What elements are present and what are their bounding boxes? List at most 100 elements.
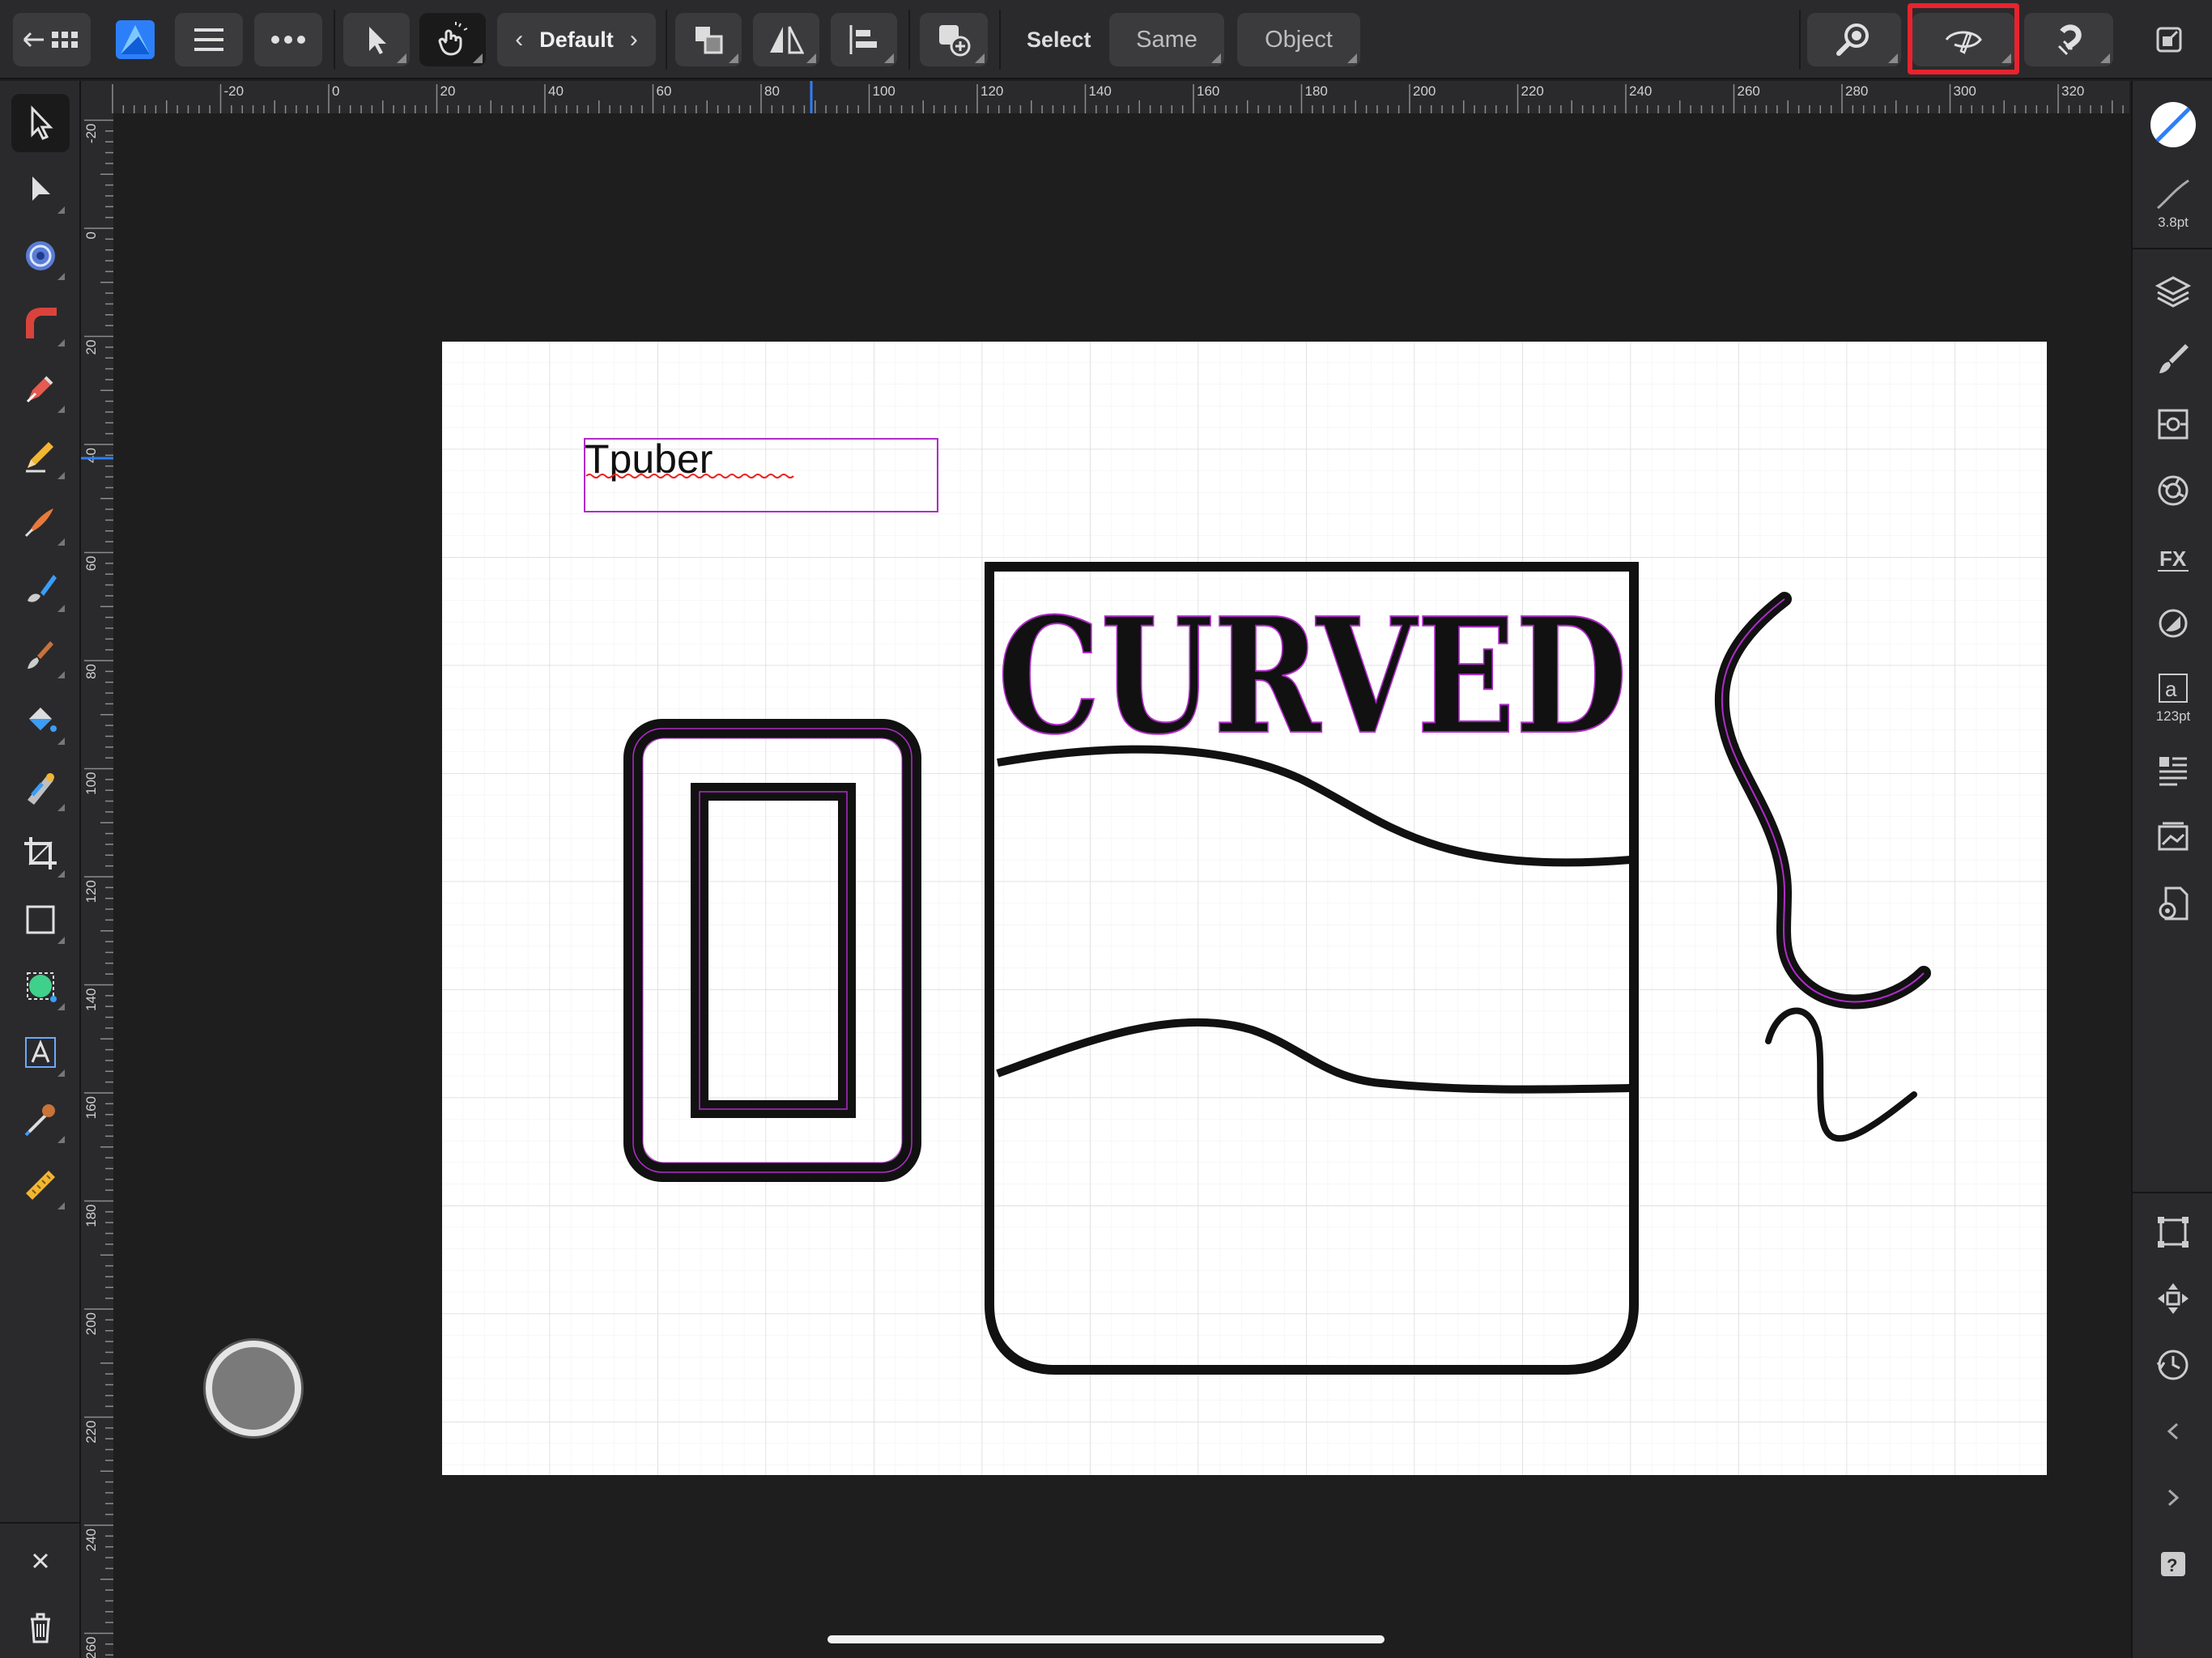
history-button[interactable] bbox=[2144, 1336, 2202, 1394]
ruler-icon bbox=[26, 1171, 55, 1200]
effects-button[interactable]: FX bbox=[2144, 528, 2202, 586]
persona-selector[interactable]: ‹ Default › bbox=[497, 13, 656, 66]
snapping-button[interactable] bbox=[2024, 13, 2113, 66]
svg-text:a: a bbox=[2165, 677, 2177, 701]
select-object-button[interactable]: Object bbox=[1237, 13, 1360, 66]
paint-brush-tool[interactable] bbox=[11, 625, 70, 683]
ruler-tick-label: 20 bbox=[83, 340, 99, 355]
assets-button[interactable] bbox=[2144, 808, 2202, 866]
pencil-tool[interactable] bbox=[11, 426, 70, 484]
node-arrow-icon bbox=[32, 176, 50, 201]
delete-button[interactable] bbox=[11, 1598, 70, 1656]
stroke-width-label: 3.8pt bbox=[2158, 215, 2189, 230]
rectangle-tool[interactable] bbox=[11, 891, 70, 949]
contour-icon bbox=[26, 241, 55, 270]
ruler-tick-label: 0 bbox=[83, 232, 99, 239]
toolbar-separator bbox=[999, 10, 1001, 70]
help-button[interactable]: ? bbox=[2144, 1535, 2202, 1593]
styles-button[interactable] bbox=[2144, 594, 2202, 653]
ruler-tick-label: 100 bbox=[873, 83, 895, 99]
view-zoom-button[interactable] bbox=[1807, 13, 1901, 66]
assets-icon bbox=[2158, 822, 2189, 851]
stroke-button[interactable]: 3.8pt bbox=[2144, 167, 2202, 240]
brush-icon bbox=[24, 508, 53, 538]
chevron-right-icon[interactable]: › bbox=[630, 26, 638, 53]
navigator-button[interactable] bbox=[2144, 1269, 2202, 1328]
pen-tool[interactable] bbox=[11, 359, 70, 418]
place-image-tool[interactable] bbox=[11, 957, 70, 1015]
fill-tool[interactable] bbox=[11, 691, 70, 750]
align-button[interactable] bbox=[831, 13, 897, 66]
back-grid-icon bbox=[23, 32, 78, 48]
ruler-tick-label: 80 bbox=[83, 664, 99, 679]
text-styles-button[interactable]: a 123pt bbox=[2144, 661, 2202, 733]
add-object-button[interactable] bbox=[920, 13, 988, 66]
export-button[interactable] bbox=[2136, 13, 2202, 66]
ruler-tick-label: 220 bbox=[83, 1421, 99, 1443]
vector-brush-tool[interactable] bbox=[11, 492, 70, 551]
crop-tool[interactable] bbox=[11, 824, 70, 882]
affinity-designer-app: ‹ Default › Select Same Object -20 0 20 … bbox=[0, 0, 2212, 1658]
ruler-tick-label: 180 bbox=[1305, 83, 1328, 99]
question-mark-icon: ? bbox=[2161, 1552, 2185, 1576]
ellipsis-icon bbox=[271, 36, 305, 44]
expand-panel-button[interactable] bbox=[2144, 1469, 2202, 1527]
move-tool[interactable] bbox=[11, 94, 70, 152]
measure-tool[interactable] bbox=[11, 1156, 70, 1214]
arrange-button[interactable] bbox=[675, 13, 742, 66]
layers-button[interactable] bbox=[2144, 262, 2202, 321]
close-button[interactable] bbox=[11, 1532, 70, 1590]
rectangle-icon bbox=[26, 905, 55, 934]
document-settings-button[interactable] bbox=[2144, 874, 2202, 933]
paragraph-button[interactable] bbox=[2144, 742, 2202, 800]
appearance-button[interactable] bbox=[2144, 395, 2202, 453]
corner-tool[interactable] bbox=[11, 293, 70, 351]
ruler-tick-label: 200 bbox=[1413, 83, 1436, 99]
vertical-ruler[interactable]: -20 0 20 40 60 80 100 120 140 160 180 200 220 240 260 bbox=[81, 113, 113, 1658]
text-tool[interactable] bbox=[11, 1023, 70, 1082]
export-square-icon bbox=[2156, 27, 2182, 53]
shape-builder-tool[interactable] bbox=[11, 559, 70, 617]
more-options-button[interactable] bbox=[254, 13, 322, 66]
node-tool[interactable] bbox=[11, 160, 70, 219]
toolbar-separator bbox=[908, 10, 910, 70]
quick-menu-button[interactable] bbox=[206, 1341, 301, 1436]
ruler-tick-label: 280 bbox=[1845, 83, 1868, 99]
chevron-left-icon[interactable]: ‹ bbox=[515, 26, 523, 53]
color-button[interactable] bbox=[2144, 461, 2202, 520]
ruler-tick-label: 40 bbox=[83, 448, 99, 463]
gradient-pen-icon bbox=[28, 773, 54, 805]
ruler-tick-label: 320 bbox=[2061, 83, 2084, 99]
toolbar-separator bbox=[1799, 10, 1801, 70]
flip-horizontal-icon bbox=[770, 26, 804, 54]
flip-button[interactable] bbox=[753, 13, 819, 66]
move-arrow-icon bbox=[31, 105, 53, 140]
ruler-tick-label: 80 bbox=[764, 83, 780, 99]
annotation-highlight-box bbox=[1908, 3, 2019, 74]
transform-button[interactable] bbox=[2144, 1203, 2202, 1261]
clock-icon bbox=[2156, 1350, 2189, 1380]
artboard[interactable]: Tpuber CURVED CURVED bbox=[442, 342, 2047, 1475]
horizontal-ruler[interactable]: -20 0 20 40 60 80 100 120 140 160 180 200 220 240 260 2… bbox=[81, 81, 2129, 113]
canvas-area[interactable]: Tpuber CURVED CURVED bbox=[113, 113, 2131, 1658]
home-indicator bbox=[827, 1635, 1385, 1643]
close-icon bbox=[32, 1553, 49, 1569]
svg-text:FX: FX bbox=[2159, 546, 2187, 571]
color-swatch-button[interactable] bbox=[2144, 96, 2202, 154]
ruler-tick-label: 220 bbox=[1521, 83, 1544, 99]
brushes-button[interactable] bbox=[2144, 329, 2202, 387]
contour-tool[interactable] bbox=[11, 227, 70, 285]
app-logo-button[interactable] bbox=[107, 13, 164, 66]
artboard-content: Tpuber CURVED CURVED bbox=[442, 342, 2047, 1475]
chevron-left-icon bbox=[2167, 1422, 2179, 1440]
transparency-tool[interactable] bbox=[11, 758, 70, 816]
ruler-tick-label: 180 bbox=[83, 1205, 99, 1227]
menu-button[interactable] bbox=[175, 13, 243, 66]
select-same-button[interactable]: Same bbox=[1109, 13, 1224, 66]
touch-gesture-button[interactable] bbox=[419, 13, 486, 66]
back-to-documents-button[interactable] bbox=[13, 13, 91, 66]
color-picker-tool[interactable] bbox=[11, 1090, 70, 1148]
panel-divider bbox=[2133, 1192, 2212, 1193]
select-mode-button[interactable] bbox=[343, 13, 410, 66]
collapse-panel-button[interactable] bbox=[2144, 1402, 2202, 1460]
